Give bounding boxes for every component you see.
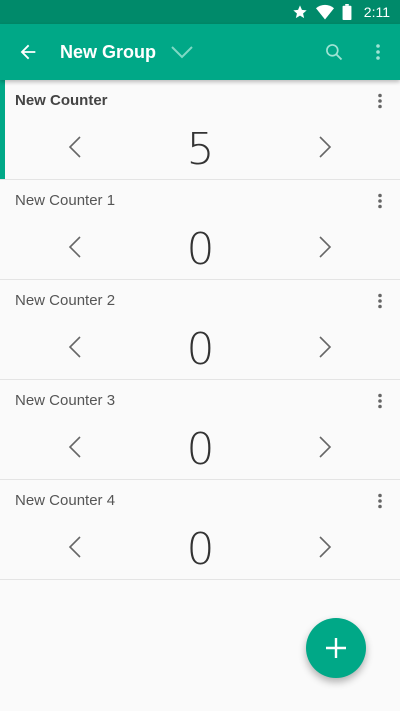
status-bar: 2:11 — [0, 0, 400, 24]
counter-value: 0 — [186, 224, 215, 275]
increment-button[interactable] — [313, 432, 337, 462]
battery-icon — [342, 4, 352, 20]
overflow-menu-button[interactable] — [356, 24, 400, 80]
counter-name: New Counter — [15, 92, 108, 109]
increment-button[interactable] — [313, 132, 337, 162]
more-vert-icon — [378, 393, 382, 409]
counter-value: 0 — [186, 424, 215, 475]
counter-menu-button[interactable] — [374, 192, 386, 210]
chevron-right-icon — [319, 336, 332, 358]
plus-icon — [326, 638, 346, 658]
increment-button[interactable] — [313, 532, 337, 562]
counter-row[interactable]: New Counter 5 — [0, 80, 400, 180]
wifi-icon — [315, 4, 334, 20]
counter-value: 0 — [186, 324, 215, 375]
search-button[interactable] — [312, 24, 356, 80]
counter-name: New Counter 2 — [15, 292, 116, 309]
more-vert-icon — [378, 493, 382, 509]
counter-menu-button[interactable] — [374, 492, 386, 510]
chevron-down-icon — [171, 46, 193, 59]
search-icon — [326, 44, 343, 61]
back-arrow-icon — [20, 44, 36, 60]
status-time: 2:11 — [363, 4, 390, 20]
more-vert-icon — [376, 44, 380, 60]
add-counter-button[interactable] — [306, 618, 366, 678]
increment-button[interactable] — [313, 232, 337, 262]
counter-list: New Counter 5 New Counter 1 0 New Counte… — [0, 80, 400, 580]
star-icon — [292, 4, 308, 20]
counter-row[interactable]: New Counter 4 0 — [0, 480, 400, 580]
counter-name: New Counter 3 — [15, 392, 116, 409]
chevron-right-icon — [319, 536, 332, 558]
more-vert-icon — [378, 293, 382, 309]
counter-row[interactable]: New Counter 1 0 — [0, 180, 400, 280]
chevron-right-icon — [319, 136, 332, 158]
increment-button[interactable] — [313, 332, 337, 362]
counter-menu-button[interactable] — [374, 92, 386, 110]
back-button[interactable] — [0, 24, 56, 80]
counter-menu-button[interactable] — [374, 392, 386, 410]
counter-row[interactable]: New Counter 2 0 — [0, 280, 400, 380]
app-bar: New Group — [0, 24, 400, 80]
counter-name: New Counter 4 — [15, 492, 116, 509]
chevron-right-icon — [319, 236, 332, 258]
counter-name: New Counter 1 — [15, 192, 116, 209]
counter-value: 5 — [186, 124, 215, 175]
counter-menu-button[interactable] — [374, 292, 386, 310]
group-title[interactable]: New Group — [60, 42, 156, 63]
more-vert-icon — [378, 93, 382, 109]
group-dropdown-button[interactable] — [170, 24, 194, 80]
counter-value: 0 — [186, 524, 215, 575]
chevron-right-icon — [319, 436, 332, 458]
counter-row[interactable]: New Counter 3 0 — [0, 380, 400, 480]
more-vert-icon — [378, 193, 382, 209]
